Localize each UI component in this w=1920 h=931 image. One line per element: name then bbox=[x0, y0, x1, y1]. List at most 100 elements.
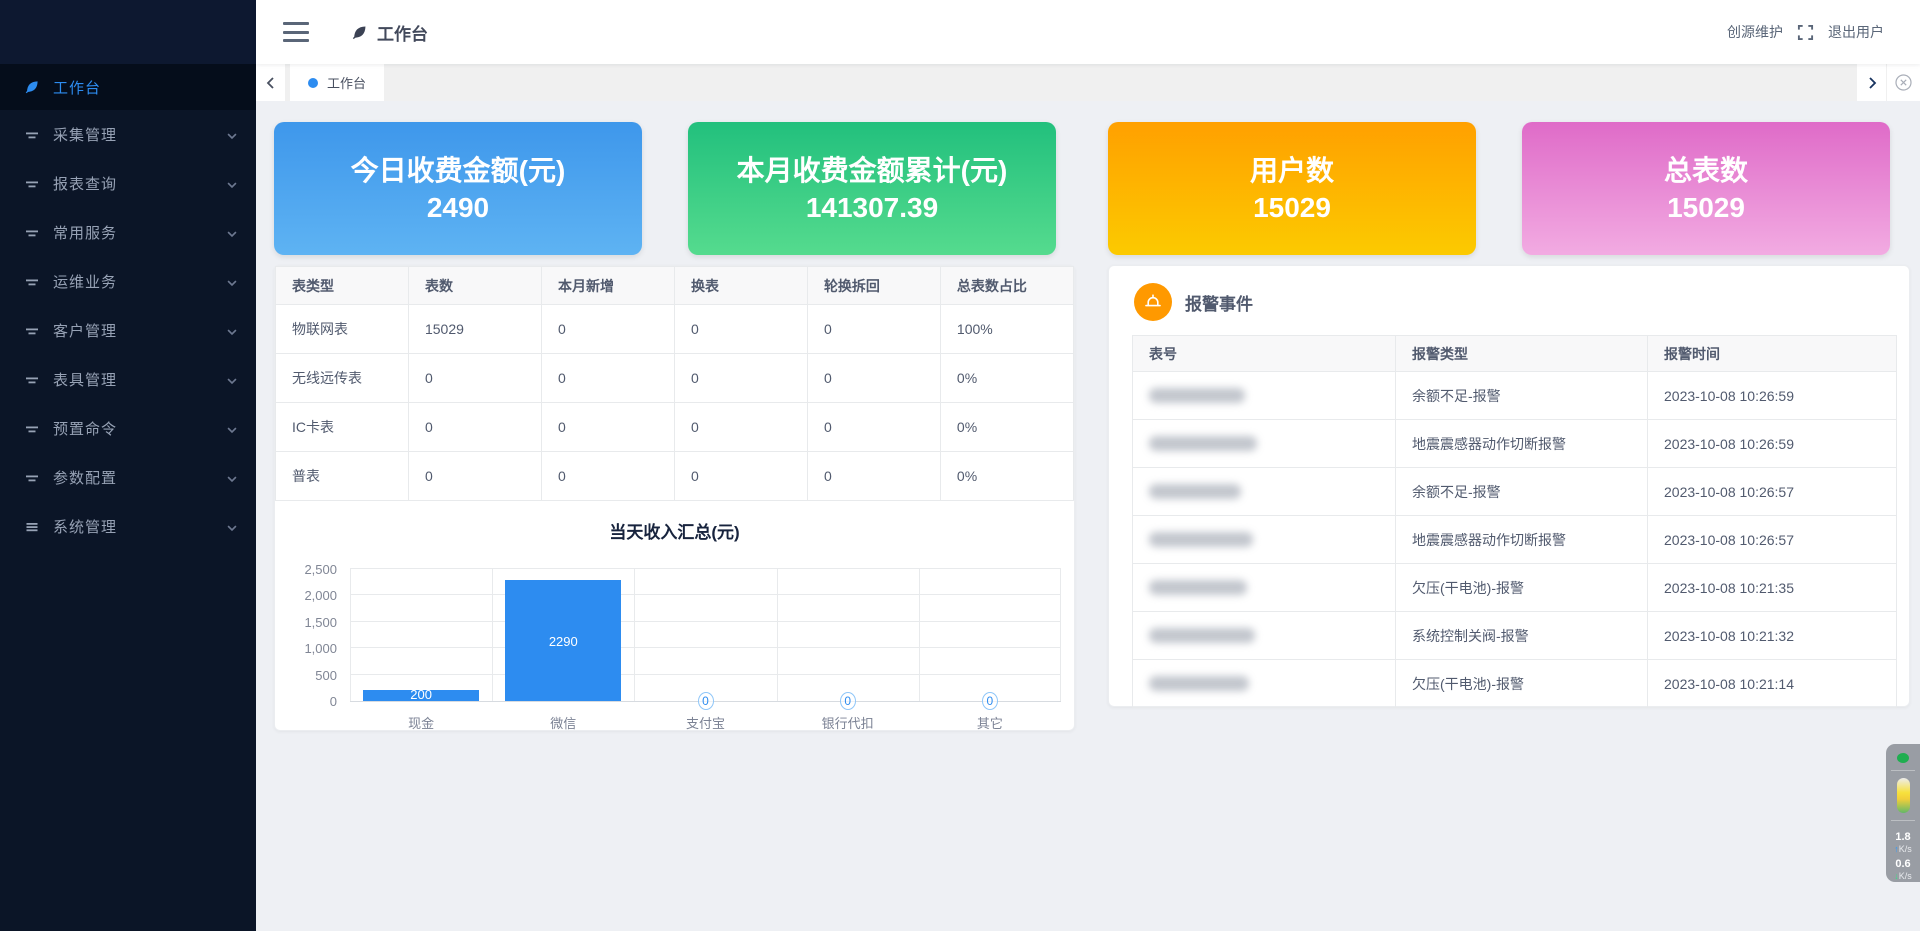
redacted-meter-number bbox=[1149, 484, 1241, 499]
alarm-time-cell: 2023-10-08 10:26:57 bbox=[1648, 516, 1897, 564]
table-cell: 0 bbox=[674, 403, 807, 452]
chevron-down-icon bbox=[226, 472, 238, 484]
x-tick-label: 银行代扣 bbox=[788, 713, 908, 732]
sidebar-item-collection-mgmt[interactable]: 采集管理 bbox=[0, 110, 256, 159]
income-bar-chart: 05001,0001,5002,0002,500 2002290000 现金微信… bbox=[275, 545, 1074, 730]
lines3-icon bbox=[24, 519, 40, 535]
column-header: 表数 bbox=[408, 267, 541, 305]
table-cell: 0 bbox=[807, 305, 940, 354]
table-cell: 0 bbox=[807, 403, 940, 452]
chevron-down-icon bbox=[226, 325, 238, 337]
y-tick-label: 2,500 bbox=[304, 562, 337, 577]
table-cell: 15029 bbox=[408, 305, 541, 354]
alarm-time-cell: 2023-10-08 10:21:35 bbox=[1648, 564, 1897, 612]
sidebar-item-label: 系统管理 bbox=[53, 516, 226, 537]
table-cell: 0% bbox=[940, 354, 1073, 403]
maintenance-link[interactable]: 创源维护 bbox=[1727, 22, 1783, 42]
tab-active-dot-icon bbox=[308, 78, 318, 88]
download-speed-unit: ↓K/s bbox=[1894, 871, 1912, 882]
menu-toggle-icon[interactable] bbox=[283, 22, 309, 42]
sidebar-item-common-services[interactable]: 常用服务 bbox=[0, 208, 256, 257]
sidebar-item-customer-mgmt[interactable]: 客户管理 bbox=[0, 306, 256, 355]
leaf-icon bbox=[24, 79, 40, 95]
table-cell: 0 bbox=[408, 403, 541, 452]
download-speed-value: 0.6 bbox=[1895, 858, 1910, 871]
fullscreen-icon[interactable] bbox=[1797, 24, 1814, 41]
redacted-meter-number bbox=[1149, 580, 1247, 595]
network-speed-widget[interactable]: 1.8 ↑K/s 0.6 ↓K/s bbox=[1886, 744, 1920, 882]
stat-card-title: 今日收费金额(元) bbox=[351, 152, 566, 189]
y-tick-label: 1,000 bbox=[304, 641, 337, 656]
sidebar-item-workbench[interactable]: 工作台 bbox=[0, 64, 256, 110]
table-cell: 0 bbox=[408, 354, 541, 403]
bar-value-label: 2290 bbox=[505, 634, 621, 649]
chevron-down-icon bbox=[226, 521, 238, 533]
sidebar-item-meter-mgmt[interactable]: 表具管理 bbox=[0, 355, 256, 404]
page-title: 工作台 bbox=[377, 20, 428, 45]
stat-card-1[interactable]: 本月收费金额累计(元)141307.39 bbox=[688, 122, 1056, 255]
table-row: IC卡表00000% bbox=[276, 403, 1074, 452]
alarm-type-cell: 余额不足-报警 bbox=[1396, 468, 1648, 516]
sidebar-item-label: 参数配置 bbox=[53, 467, 226, 488]
alarm-row: 余额不足-报警2023-10-08 10:26:57 bbox=[1133, 468, 1897, 516]
redacted-meter-number bbox=[1149, 628, 1255, 643]
chart-plot-area: 2002290000 bbox=[350, 569, 1061, 702]
table-cell: 0 bbox=[541, 403, 674, 452]
alarm-type-cell: 地震震感器动作切断报警 bbox=[1396, 516, 1648, 564]
alarm-type-cell: 欠压(干电池)-报警 bbox=[1396, 660, 1648, 708]
gridline bbox=[350, 674, 1061, 675]
table-cell: 0 bbox=[807, 354, 940, 403]
x-tick-label: 其它 bbox=[930, 713, 1050, 732]
lines2-icon bbox=[24, 225, 40, 241]
sidebar-item-system-mgmt[interactable]: 系统管理 bbox=[0, 502, 256, 551]
meter-number-cell bbox=[1133, 372, 1396, 420]
y-tick-label: 0 bbox=[330, 694, 337, 709]
x-tick-label: 现金 bbox=[361, 713, 481, 732]
meter-number-cell bbox=[1133, 468, 1396, 516]
tab-workbench[interactable]: 工作台 bbox=[290, 64, 384, 101]
tab-scroll-left-button[interactable] bbox=[256, 64, 285, 101]
sidebar-item-label: 工作台 bbox=[53, 77, 238, 98]
chevron-down-icon bbox=[226, 178, 238, 190]
stat-card-0[interactable]: 今日收费金额(元)2490 bbox=[274, 122, 642, 255]
alarm-row: 余额不足-报警2023-10-08 10:26:59 bbox=[1133, 372, 1897, 420]
sidebar-item-label: 报表查询 bbox=[53, 173, 226, 194]
gridline bbox=[350, 594, 1061, 595]
stat-card-title: 本月收费金额累计(元) bbox=[737, 152, 1008, 189]
sidebar-item-preset-command[interactable]: 预置命令 bbox=[0, 404, 256, 453]
table-row: 无线远传表00000% bbox=[276, 354, 1074, 403]
y-tick-label: 1,500 bbox=[304, 615, 337, 630]
sidebar-item-report-query[interactable]: 报表查询 bbox=[0, 159, 256, 208]
table-row: 物联网表15029000100% bbox=[276, 305, 1074, 354]
chevron-down-icon bbox=[226, 374, 238, 386]
sidebar-item-ops-business[interactable]: 运维业务 bbox=[0, 257, 256, 306]
chevron-down-icon bbox=[226, 423, 238, 435]
stat-card-value: 15029 bbox=[1667, 189, 1745, 226]
tab-scroll-right-button[interactable] bbox=[1857, 64, 1886, 101]
sidebar-item-label: 客户管理 bbox=[53, 320, 226, 341]
sidebar-item-param-config[interactable]: 参数配置 bbox=[0, 453, 256, 502]
stat-card-2[interactable]: 用户数15029 bbox=[1108, 122, 1476, 255]
column-header: 表类型 bbox=[276, 267, 409, 305]
column-header: 报警时间 bbox=[1648, 336, 1897, 372]
bar-value-label: 200 bbox=[363, 687, 479, 702]
redacted-meter-number bbox=[1149, 676, 1249, 691]
redacted-meter-number bbox=[1149, 436, 1257, 451]
tab-close-button[interactable] bbox=[1887, 64, 1920, 101]
stat-card-value: 2490 bbox=[427, 189, 489, 226]
stat-card-3[interactable]: 总表数15029 bbox=[1522, 122, 1890, 255]
table-cell: 0 bbox=[408, 452, 541, 501]
leaf-icon bbox=[351, 24, 368, 41]
logout-link[interactable]: 退出用户 bbox=[1828, 22, 1884, 42]
gridline bbox=[350, 568, 1061, 569]
gridline bbox=[1060, 569, 1061, 701]
gridline bbox=[634, 569, 635, 701]
alarm-time-cell: 2023-10-08 10:21:14 bbox=[1648, 660, 1897, 708]
alarm-type-cell: 系统控制关阀-报警 bbox=[1396, 612, 1648, 660]
gridline bbox=[350, 647, 1061, 648]
alarm-panel-title: 报警事件 bbox=[1185, 290, 1253, 315]
lines2-icon bbox=[24, 323, 40, 339]
main-content: 今日收费金额(元)2490 本月收费金额累计(元)141307.39 表类型表数 本… bbox=[256, 101, 1920, 931]
app-window: 工作台采集管理报表查询常用服务运维业务客户管理表具管理预置命令参数配置系统管理 … bbox=[0, 0, 1920, 931]
table-cell: 无线远传表 bbox=[276, 354, 409, 403]
